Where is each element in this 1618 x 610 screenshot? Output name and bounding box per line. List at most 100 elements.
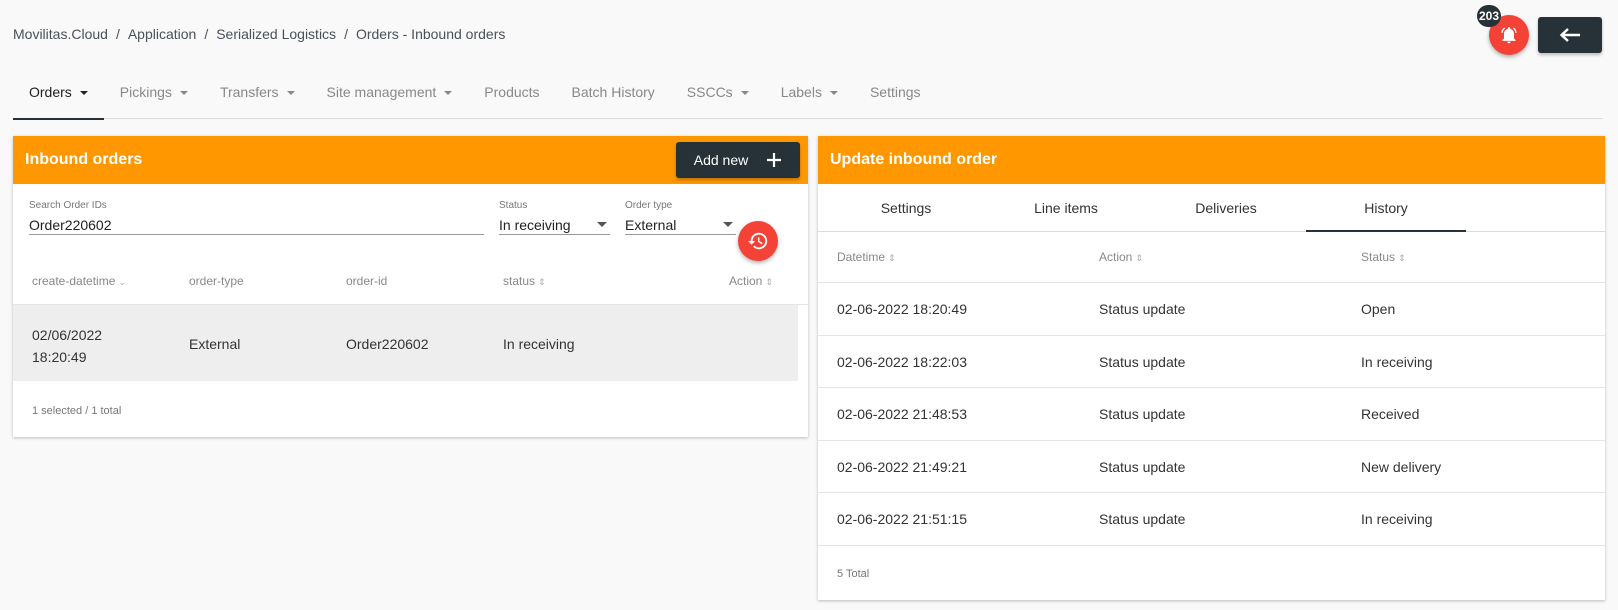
column-header-create-datetime[interactable]: create-datetime ⌄ bbox=[32, 274, 126, 288]
nav-label: Transfers bbox=[219, 84, 279, 100]
history-action: Status update bbox=[1099, 354, 1186, 370]
history-datetime: 02-06-2022 21:51:15 bbox=[837, 511, 967, 527]
order-type-value: External bbox=[625, 216, 677, 233]
breadcrumb-separator: / bbox=[115, 26, 120, 42]
nav-item-orders[interactable]: Orders bbox=[13, 72, 104, 120]
column-header-label: Datetime bbox=[837, 250, 886, 264]
search-order-field[interactable]: Search Order IDs Order220602 bbox=[29, 200, 484, 235]
panel-title: Inbound orders bbox=[25, 151, 143, 168]
tab-deliveries[interactable]: Deliveries bbox=[1146, 184, 1306, 231]
add-new-label: Add new bbox=[693, 152, 749, 168]
column-header-status[interactable]: Status ⇕ bbox=[1361, 250, 1406, 264]
order-type-label: Order type bbox=[625, 200, 673, 211]
tab-line-items[interactable]: Line items bbox=[986, 184, 1146, 231]
column-header-label: Status bbox=[1361, 250, 1396, 264]
sort-desc-icon: ⌄ bbox=[118, 277, 126, 287]
history-datetime: 02-06-2022 21:48:53 bbox=[837, 406, 967, 422]
caret-down-icon bbox=[286, 91, 295, 96]
detail-tabs: Settings Line items Deliveries History bbox=[818, 184, 1605, 232]
dropdown-arrow-icon bbox=[597, 222, 607, 227]
nav-label: Products bbox=[484, 84, 540, 100]
caret-down-icon bbox=[829, 91, 838, 96]
nav-item-pickings[interactable]: Pickings bbox=[104, 72, 204, 119]
history-status: New delivery bbox=[1361, 459, 1442, 475]
history-datetime: 02-06-2022 21:49:21 bbox=[837, 459, 967, 475]
nav-item-transfers[interactable]: Transfers bbox=[204, 72, 311, 119]
status-value: In receiving bbox=[499, 216, 571, 233]
search-input[interactable]: Order220602 bbox=[29, 215, 484, 235]
breadcrumb-separator: / bbox=[204, 26, 209, 42]
history-datetime: 02-06-2022 18:22:03 bbox=[837, 354, 967, 370]
sort-icon: ⇕ bbox=[888, 253, 896, 263]
back-button[interactable] bbox=[1538, 17, 1602, 53]
search-value: Order220602 bbox=[29, 216, 112, 233]
row-order-id: Order220602 bbox=[346, 336, 429, 352]
main-nav: Orders Pickings Transfers Site managemen… bbox=[13, 72, 1603, 120]
search-label: Search Order IDs bbox=[29, 200, 107, 211]
column-header-datetime[interactable]: Datetime ⇕ bbox=[837, 250, 896, 264]
panel-header: Inbound orders Add new bbox=[13, 136, 808, 184]
selection-summary: 1 selected / 1 total bbox=[32, 405, 122, 417]
breadcrumb-separator: / bbox=[344, 26, 348, 42]
row-time: 18:20:49 bbox=[32, 349, 87, 365]
breadcrumb-item[interactable]: Serialized Logistics bbox=[216, 26, 336, 42]
nav-label: Orders bbox=[29, 84, 72, 100]
history-status: Received bbox=[1361, 406, 1420, 422]
history-icon bbox=[747, 232, 768, 250]
column-header-order-id[interactable]: order-id bbox=[346, 274, 387, 288]
nav-item-ssccs[interactable]: SSCCs bbox=[671, 72, 765, 119]
sort-icon: ⇕ bbox=[1135, 253, 1143, 263]
tab-history[interactable]: History bbox=[1306, 184, 1466, 232]
order-type-value-box[interactable]: External bbox=[625, 215, 736, 235]
status-label: Status bbox=[499, 200, 528, 211]
history-action: Status update bbox=[1099, 406, 1186, 422]
caret-down-icon bbox=[79, 91, 88, 96]
panel-title: Update inbound order bbox=[830, 151, 998, 168]
sort-icon: ⇕ bbox=[1398, 253, 1406, 263]
column-header-action[interactable]: Action ⇕ bbox=[1099, 250, 1143, 264]
nav-item-products[interactable]: Products bbox=[468, 72, 555, 119]
notification-count-badge: 203 bbox=[1477, 5, 1502, 27]
status-value-box[interactable]: In receiving bbox=[499, 215, 610, 235]
order-type-select[interactable]: Order type External bbox=[625, 200, 736, 235]
history-action: Status update bbox=[1099, 459, 1186, 475]
nav-label: Labels bbox=[780, 84, 822, 100]
row-create-datetime: 02/06/2022 18:20:49 bbox=[32, 324, 102, 368]
history-status: In receiving bbox=[1361, 511, 1433, 527]
bell-icon bbox=[1501, 27, 1517, 44]
history-status: Open bbox=[1361, 301, 1396, 317]
nav-item-site-management[interactable]: Site management bbox=[311, 72, 469, 119]
nav-item-labels[interactable]: Labels bbox=[765, 72, 854, 119]
add-new-button[interactable]: Add new bbox=[676, 142, 800, 178]
breadcrumb-item-current: Orders - Inbound orders bbox=[355, 26, 506, 42]
breadcrumb-item[interactable]: Movilitas.Cloud bbox=[13, 26, 108, 42]
status-select[interactable]: Status In receiving bbox=[499, 200, 610, 235]
column-header-label: create-datetime bbox=[32, 274, 116, 288]
divider bbox=[818, 387, 1605, 388]
column-header-action[interactable]: Action ⇕ bbox=[729, 274, 773, 288]
inbound-orders-panel: Inbound orders Add new bbox=[13, 136, 808, 437]
breadcrumb-item[interactable]: Application bbox=[128, 26, 197, 42]
dropdown-arrow-icon bbox=[723, 222, 733, 227]
nav-label: Site management bbox=[326, 84, 437, 100]
history-total: 5 Total bbox=[837, 568, 870, 580]
nav-item-batch-history[interactable]: Batch History bbox=[556, 72, 671, 119]
history-status: In receiving bbox=[1361, 354, 1433, 370]
column-header-label: order-id bbox=[346, 274, 388, 288]
arrow-left-icon bbox=[1559, 28, 1580, 42]
divider bbox=[818, 335, 1605, 336]
column-header-label: order-type bbox=[189, 274, 244, 288]
nav-label: SSCCs bbox=[686, 84, 733, 100]
row-order-type: External bbox=[189, 336, 241, 352]
column-header-label: Action bbox=[729, 274, 763, 288]
nav-item-settings[interactable]: Settings bbox=[854, 72, 937, 119]
tab-settings[interactable]: Settings bbox=[826, 184, 986, 231]
row-status: In receiving bbox=[503, 336, 575, 352]
caret-down-icon bbox=[740, 91, 749, 96]
column-header-order-type[interactable]: order-type bbox=[189, 274, 244, 288]
column-header-label: Action bbox=[1099, 250, 1133, 264]
column-header-status[interactable]: status ⇕ bbox=[503, 274, 546, 288]
row-date: 02/06/2022 bbox=[32, 327, 103, 343]
reset-filters-button[interactable] bbox=[738, 221, 778, 261]
caret-down-icon bbox=[179, 91, 188, 96]
